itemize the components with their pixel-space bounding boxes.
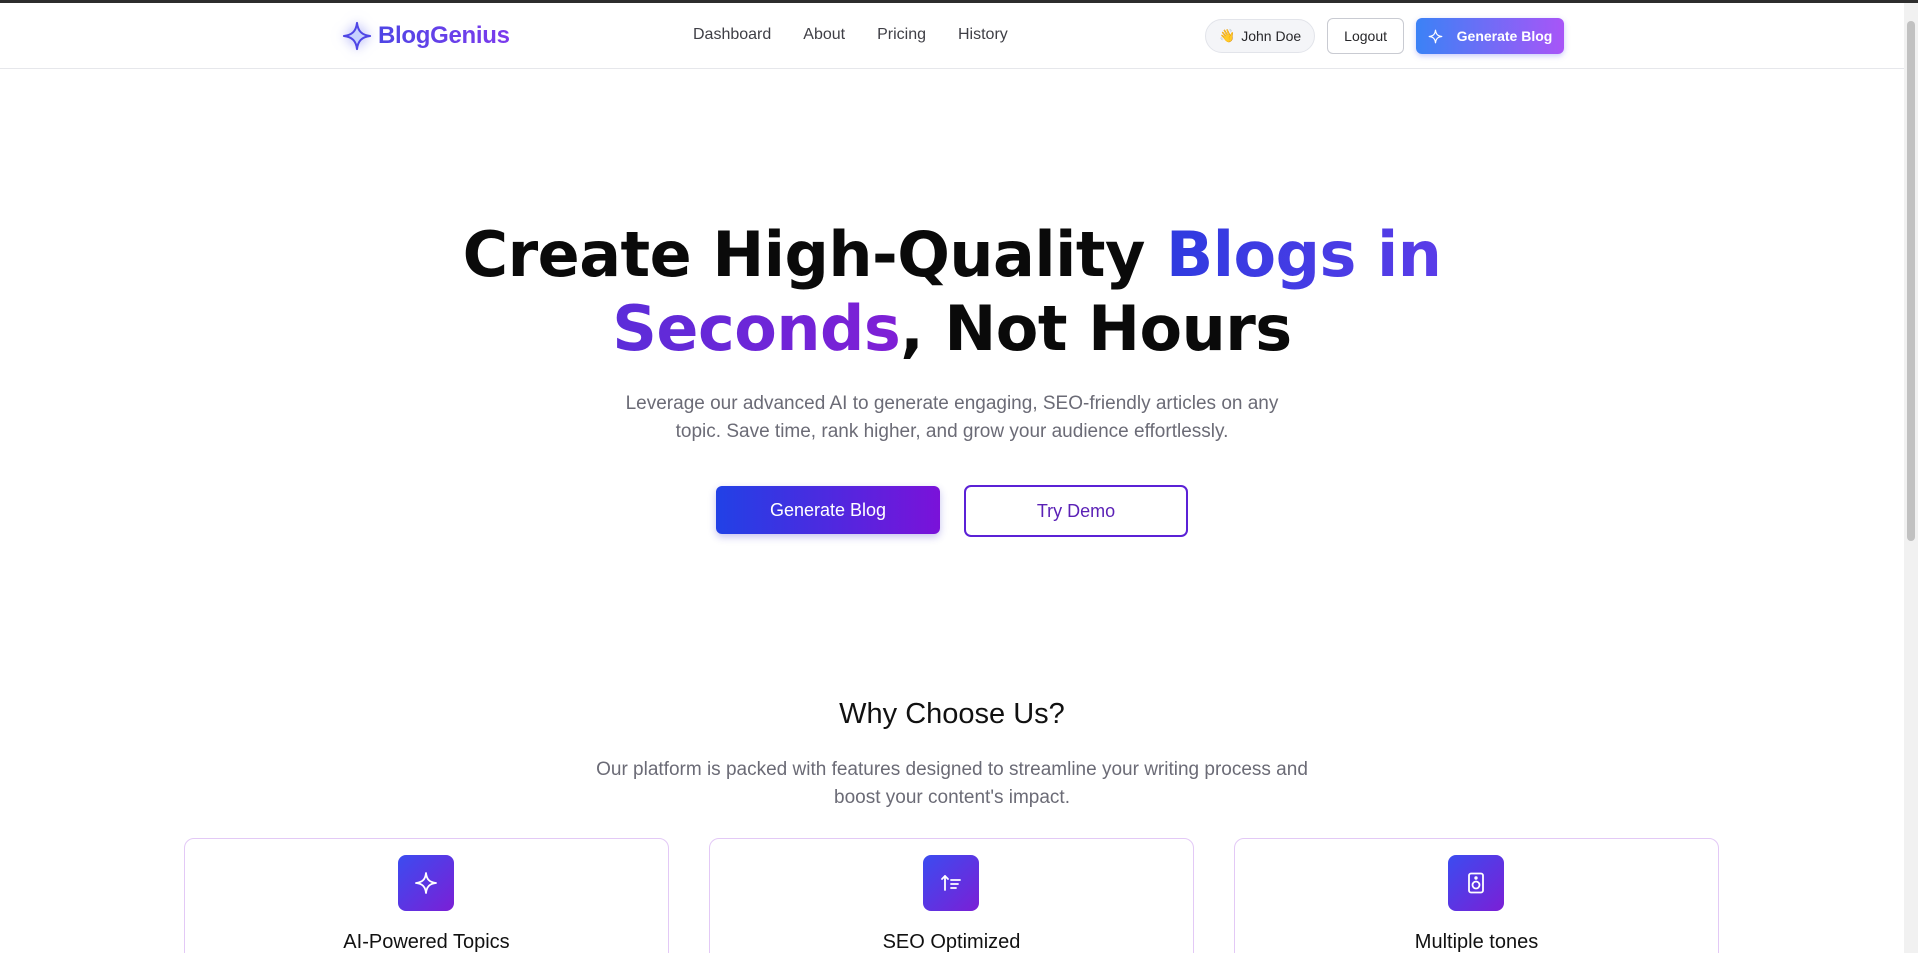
sparkle-icon: [1428, 29, 1443, 44]
sparkle-icon: [398, 855, 454, 911]
nav-dashboard[interactable]: Dashboard: [693, 26, 771, 44]
feature-card-seo: SEO Optimized: [709, 838, 1194, 953]
main-nav: Dashboard About Pricing History: [693, 26, 1040, 44]
nav-about[interactable]: About: [803, 26, 845, 44]
hero-title-highlight-1: Blogs in: [1166, 218, 1442, 291]
features-subtitle: Our platform is packed with features des…: [596, 759, 1308, 808]
wave-icon: 👋: [1219, 28, 1236, 43]
feature-card-title: Multiple tones: [1414, 931, 1539, 953]
user-name: John Doe: [1241, 28, 1302, 44]
logout-button[interactable]: Logout: [1327, 18, 1404, 54]
feature-card-ai-topics: AI-Powered Topics: [184, 838, 669, 953]
speaker-icon: [1448, 855, 1504, 911]
brand-name: BlogGenius: [378, 22, 510, 49]
generate-blog-button[interactable]: Generate Blog: [716, 486, 940, 534]
hero-actions: Generate Blog Try Demo: [716, 485, 1188, 537]
nav-history[interactable]: History: [958, 26, 1008, 44]
user-badge: 👋 John Doe: [1205, 19, 1316, 53]
feature-card-tones: Multiple tones: [1234, 838, 1719, 953]
nav-pricing[interactable]: Pricing: [877, 26, 926, 44]
features-title: Why Choose Us?: [839, 698, 1065, 730]
nav-generate-blog-label: Generate Blog: [1456, 28, 1553, 44]
hero-subtitle: Leverage our advanced AI to generate eng…: [625, 393, 1279, 442]
hero-title-highlight-2: Seconds: [612, 292, 901, 365]
brand-logo[interactable]: BlogGenius: [340, 19, 510, 53]
hero-title: Create High-Quality Blogs in Seconds, No…: [0, 218, 1904, 366]
feature-card-title: SEO Optimized: [882, 931, 1021, 953]
feature-cards: AI-Powered Topics SEO Optimized Multiple…: [184, 838, 1719, 953]
nav-generate-blog-button[interactable]: Generate Blog: [1416, 18, 1564, 54]
nav-actions: 👋 John Doe Logout Generate Blog: [1205, 18, 1564, 54]
sort-ascending-icon: [923, 855, 979, 911]
try-demo-button[interactable]: Try Demo: [964, 485, 1188, 537]
hero-title-part1: Create High-Quality: [462, 218, 1167, 291]
scrollbar-thumb[interactable]: [1907, 21, 1915, 541]
page-scrollbar[interactable]: [1904, 3, 1918, 953]
feature-card-title: AI-Powered Topics: [343, 931, 510, 953]
hero-title-part2: , Not Hours: [900, 292, 1292, 365]
sparkle-icon: [340, 19, 374, 53]
navbar: BlogGenius Dashboard About Pricing Histo…: [0, 3, 1904, 69]
